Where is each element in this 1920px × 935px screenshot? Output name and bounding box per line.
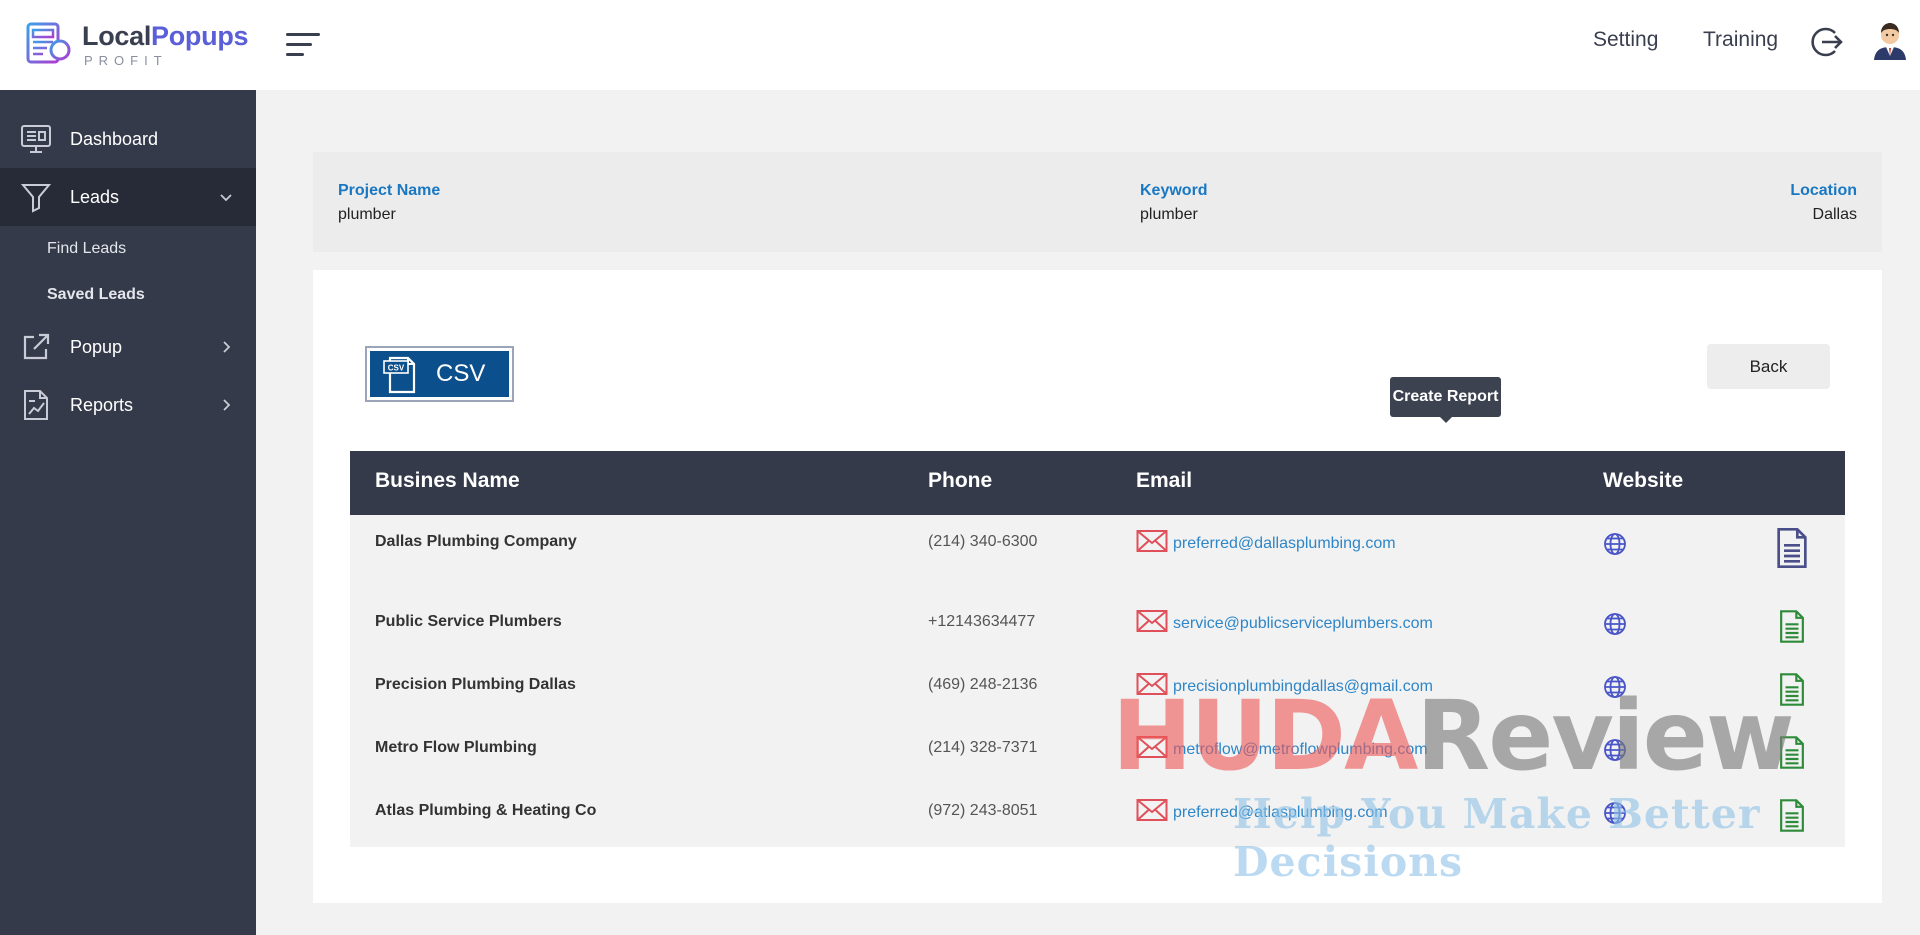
table-row: Public Service Plumbers +12143634477 servi… [350,595,1845,658]
sidebar-item-label: Reports [70,394,134,415]
sidebar-nav: Dashboard Leads Find Leads Saved Leads P… [0,110,256,434]
table-row: Atlas Plumbing & Heating Co (972) 243-805… [350,784,1845,847]
report-file-icon[interactable] [1779,673,1805,711]
email-icon [1136,609,1168,638]
brand-subtitle: PROFIT [84,53,168,68]
globe-icon[interactable] [1603,532,1627,561]
sidebar-item-label: Dashboard [70,128,159,149]
saved-leads-card: CSV CSV Back Busines Name Phone Email We… [313,270,1882,903]
email-icon [1136,672,1168,701]
brand-name-local: Local [82,21,152,51]
globe-icon[interactable] [1603,801,1627,830]
email-link[interactable]: service@publicserviceplumbers.com [1173,615,1433,633]
phone-cell: (972) 243-8051 [928,802,1038,819]
setting-link[interactable]: Setting [1593,28,1658,52]
chevron-right-icon [223,341,231,353]
email-cell: precisionplumbingdallas@gmail.com [1136,672,1433,701]
business-name-cell: Atlas Plumbing & Heating Co [375,802,597,819]
menu-toggle-icon[interactable] [286,33,320,59]
globe-icon[interactable] [1603,675,1627,704]
sidebar-item-label: Leads [70,186,120,207]
sidebar-item-popup[interactable]: Popup [0,318,256,376]
email-link[interactable]: metroflow@metroflowplumbing.com [1173,741,1428,759]
location-field: Location Dallas [1790,182,1857,224]
csv-badge-text: CSV [388,364,405,373]
sidebar-item-leads[interactable]: Leads [0,168,256,226]
sidebar-subitem-saved-leads[interactable]: Saved Leads [0,272,256,318]
external-link-icon [20,331,52,363]
email-icon [1136,735,1168,764]
brand-logo[interactable]: LocalPopups PROFIT [0,0,256,90]
keyword-value: plumber [1140,206,1198,223]
table-body: Dallas Plumbing Company (214) 340-6300 pre… [350,515,1845,847]
sidebar-subitem-find-leads[interactable]: Find Leads [0,226,256,272]
report-chart-icon [20,389,52,421]
phone-cell: +12143634477 [928,613,1036,630]
phone-cell: (214) 340-6300 [928,533,1038,550]
email-cell: service@publicserviceplumbers.com [1136,609,1433,638]
csv-export-button[interactable]: CSV CSV [365,346,514,402]
project-name-value: plumber [338,206,396,223]
phone-cell: (214) 328-7371 [928,739,1038,756]
email-link[interactable]: preferred@dallasplumbing.com [1173,535,1396,553]
column-header-business-name: Busines Name [375,469,520,492]
column-header-email: Email [1136,469,1193,492]
globe-icon[interactable] [1603,612,1627,641]
brand-name-popups: Popups [151,21,249,51]
logout-icon[interactable] [1808,24,1844,60]
table-row: Metro Flow Plumbing (214) 328-7371 metrofl… [350,721,1845,784]
report-file-icon[interactable] [1779,736,1805,774]
business-name-cell: Public Service Plumbers [375,613,562,630]
email-cell: preferred@atlasplumbing.com [1136,798,1388,827]
business-name-cell: Dallas Plumbing Company [375,533,577,550]
project-summary: Project Name plumber Keyword plumber Loc… [313,152,1882,252]
column-header-website: Website [1603,469,1684,492]
project-name-field: Project Name plumber [338,182,440,224]
leads-table: Busines Name Phone Email Website Dallas … [350,451,1845,847]
sidebar: LocalPopups PROFIT Dashboard Leads Find … [0,0,256,935]
create-report-tooltip: Create Report [1390,377,1501,423]
email-link[interactable]: preferred@atlasplumbing.com [1173,804,1388,822]
csv-button-label: CSV [436,360,486,387]
chevron-right-icon [223,399,231,411]
column-header-phone: Phone [928,469,993,492]
keyword-field: Keyword plumber [1140,182,1208,224]
sidebar-item-dashboard[interactable]: Dashboard [0,110,256,168]
top-bar: Setting Training [256,0,1920,90]
email-cell: preferred@dallasplumbing.com [1136,529,1396,558]
sidebar-item-reports[interactable]: Reports [0,376,256,434]
email-link[interactable]: precisionplumbingdallas@gmail.com [1173,678,1433,696]
chevron-down-icon [220,194,232,202]
phone-cell: (469) 248-2136 [928,676,1038,693]
location-label: Location [1790,182,1857,199]
business-name-cell: Precision Plumbing Dallas [375,676,576,693]
report-file-icon[interactable] [1779,610,1805,648]
business-name-cell: Metro Flow Plumbing [375,739,537,756]
email-cell: metroflow@metroflowplumbing.com [1136,735,1428,764]
monitor-icon [20,123,52,155]
keyword-label: Keyword [1140,182,1208,199]
email-icon [1136,798,1168,827]
user-avatar[interactable] [1872,20,1908,60]
sidebar-item-label: Popup [70,336,123,357]
globe-icon[interactable] [1603,738,1627,767]
table-row: Precision Plumbing Dallas (469) 248-2136 p… [350,658,1845,721]
table-header: Busines Name Phone Email Website [350,451,1845,515]
email-icon [1136,529,1168,558]
report-file-icon[interactable] [1779,799,1805,837]
filter-icon [20,181,52,213]
csv-file-icon: CSV [383,356,416,394]
location-value: Dallas [1812,206,1857,223]
project-name-label: Project Name [338,182,441,199]
create-report-icon[interactable] [1776,528,1808,573]
training-link[interactable]: Training [1703,28,1778,52]
table-row: Dallas Plumbing Company (214) 340-6300 pre… [350,515,1845,595]
back-button[interactable]: Back [1707,344,1830,389]
store-popup-logo-icon [26,22,71,66]
